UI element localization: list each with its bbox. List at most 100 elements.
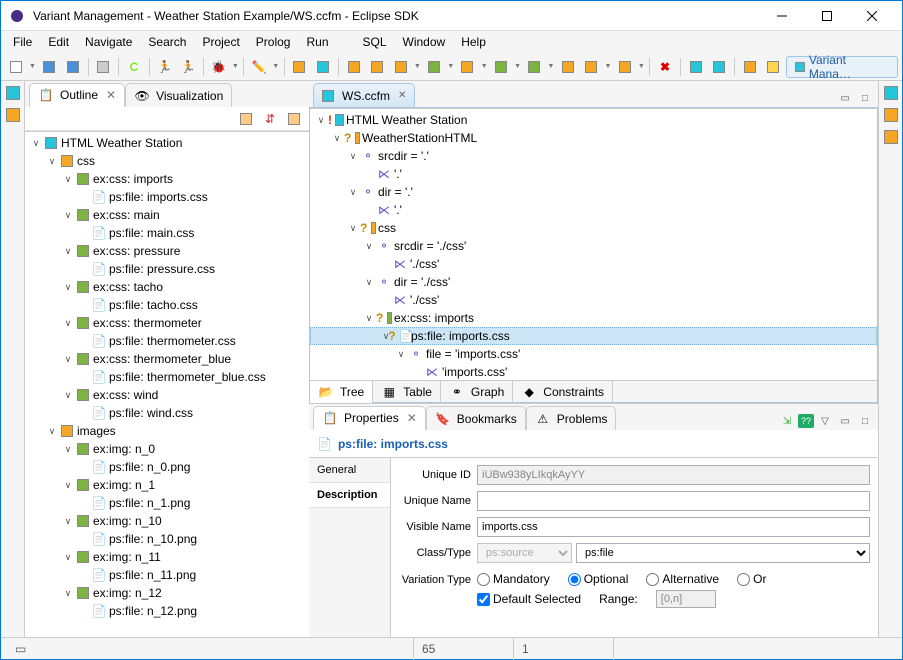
tree-row[interactable]: 📄 ps:file: tacho.css — [25, 296, 309, 314]
tb-y7[interactable] — [524, 56, 546, 78]
tb-del[interactable]: ✖ — [654, 56, 676, 78]
tree-row[interactable]: ∨ ⚬ dir = '.' — [310, 183, 877, 201]
twisty-icon[interactable] — [362, 167, 376, 181]
minimize-view-button[interactable]: ▭ — [836, 89, 854, 107]
tree-row[interactable]: ∨ ex:css: tacho — [25, 278, 309, 296]
tb-wand[interactable]: ✏️ — [248, 56, 270, 78]
tab-bookmarks[interactable]: 🔖Bookmarks — [426, 406, 526, 430]
tb-y2[interactable] — [366, 56, 388, 78]
tree-row[interactable]: ∨ ex:css: pressure — [25, 242, 309, 260]
twisty-icon[interactable] — [77, 532, 91, 546]
tree-row[interactable]: ∨ ! HTML Weather Station — [310, 111, 877, 129]
twisty-icon[interactable]: ∨ — [45, 424, 59, 438]
tree-row[interactable]: 📄 ps:file: n_0.png — [25, 458, 309, 476]
tree-row[interactable]: ∨ ? WeatherStationHTML — [310, 129, 877, 147]
twisty-icon[interactable]: ∨ — [314, 113, 328, 127]
close-button[interactable] — [849, 2, 894, 30]
editor-tree[interactable]: ∨ ! HTML Weather Station ∨ ? WeatherStat… — [310, 108, 877, 380]
twisty-icon[interactable] — [378, 293, 392, 307]
open-perspective-button[interactable] — [763, 56, 785, 78]
help-button[interactable]: ?? — [798, 414, 814, 428]
menu-navigate[interactable]: Navigate — [77, 33, 140, 51]
side-tab-general[interactable]: General — [309, 458, 390, 483]
tb-y1[interactable] — [343, 56, 365, 78]
chevron-down-icon[interactable]: ▼ — [637, 56, 645, 78]
ebt-constraints[interactable]: ◆Constraints — [513, 381, 613, 403]
close-icon[interactable]: ✕ — [106, 88, 116, 102]
minimize-button[interactable] — [759, 2, 804, 30]
filter-button[interactable] — [235, 108, 257, 130]
menu-file[interactable]: File — [5, 33, 40, 51]
menu-button[interactable]: ▽ — [816, 412, 834, 430]
chevron-down-icon[interactable]: ▼ — [29, 56, 37, 78]
twisty-icon[interactable]: ∨ — [330, 131, 344, 145]
twisty-icon[interactable]: ∨ — [61, 352, 75, 366]
twisty-icon[interactable]: ∨ — [61, 514, 75, 528]
tb-y10[interactable] — [614, 56, 636, 78]
tree-row[interactable]: ∨ ⚬ file = 'imports.css' — [310, 345, 877, 363]
tree-row[interactable]: ⋉ './css' — [310, 255, 877, 273]
chevron-down-icon[interactable]: ▼ — [447, 56, 455, 78]
twisty-icon[interactable]: ∨ — [362, 275, 376, 289]
maximize-button[interactable] — [804, 2, 849, 30]
chevron-down-icon[interactable]: ▼ — [547, 56, 555, 78]
tree-row[interactable]: ∨ HTML Weather Station — [25, 134, 309, 152]
menu-edit[interactable]: Edit — [40, 33, 77, 51]
outline-tree[interactable]: ∨ HTML Weather Station ∨ css ∨ ex:css: i… — [25, 131, 309, 637]
max-button[interactable]: □ — [856, 412, 874, 430]
twisty-icon[interactable]: ∨ — [346, 185, 360, 199]
radio-or[interactable]: Or — [737, 572, 766, 586]
tab-problems[interactable]: ⚠Problems — [526, 406, 617, 430]
tree-row[interactable]: 📄 ps:file: n_12.png — [25, 602, 309, 620]
tree-row[interactable]: 📄 ps:file: n_1.png — [25, 494, 309, 512]
twisty-icon[interactable] — [378, 257, 392, 271]
tb-run1[interactable]: 🏃 — [154, 56, 176, 78]
tree-row[interactable]: ∨ ? ex:css: imports — [310, 309, 877, 327]
trim-icon[interactable] — [3, 105, 23, 125]
radio-alternative[interactable]: Alternative — [646, 572, 719, 586]
twisty-icon[interactable] — [77, 406, 91, 420]
chevron-down-icon[interactable]: ▼ — [413, 56, 421, 78]
twisty-icon[interactable] — [77, 604, 91, 618]
input-unique-name[interactable] — [477, 491, 870, 511]
twisty-icon[interactable]: ∨ — [61, 316, 75, 330]
tb-z2[interactable] — [708, 56, 730, 78]
tree-row[interactable]: ⋉ './css' — [310, 291, 877, 309]
tb-y8[interactable] — [557, 56, 579, 78]
twisty-icon[interactable]: ∨ — [346, 149, 360, 163]
twisty-icon[interactable]: ∨ — [61, 550, 75, 564]
trim-icon[interactable] — [3, 83, 23, 103]
tb-z1[interactable] — [685, 56, 707, 78]
twisty-icon[interactable]: ∨ — [61, 478, 75, 492]
twisty-icon[interactable] — [77, 262, 91, 276]
tree-row[interactable]: ∨ ⚬ srcdir = './css' — [310, 237, 877, 255]
side-tab-description[interactable]: Description — [309, 483, 390, 508]
menu-window[interactable]: Window — [395, 33, 454, 51]
twisty-icon[interactable]: ∨ — [61, 280, 75, 294]
close-icon[interactable]: ✕ — [407, 411, 417, 425]
twisty-icon[interactable] — [77, 334, 91, 348]
tree-row[interactable]: ∨ ⚬ dir = './css' — [310, 273, 877, 291]
ebt-graph[interactable]: ⚭Graph — [441, 381, 513, 403]
twisty-icon[interactable] — [77, 370, 91, 384]
editor-tab-ws[interactable]: WS.ccfm✕ — [313, 83, 415, 107]
ebt-table[interactable]: ▦Table — [373, 381, 441, 403]
twisty-icon[interactable]: ∨ — [45, 154, 59, 168]
twisty-icon[interactable]: ∨ — [61, 208, 75, 222]
tree-row[interactable]: ∨ ex:img: n_11 — [25, 548, 309, 566]
tree-row[interactable]: ∨ ex:img: n_12 — [25, 584, 309, 602]
tree-row[interactable]: 📄 ps:file: imports.css — [25, 188, 309, 206]
select-type[interactable]: ps:file — [576, 543, 870, 563]
trim-icon[interactable] — [881, 127, 901, 147]
trim-icon[interactable] — [881, 105, 901, 125]
twisty-icon[interactable]: ∨ — [61, 388, 75, 402]
tb-print[interactable] — [93, 56, 115, 78]
chevron-down-icon[interactable]: ▼ — [272, 56, 280, 78]
radio-mandatory[interactable]: Mandatory — [477, 572, 550, 586]
twisty-icon[interactable]: ∨ — [61, 586, 75, 600]
ebt-tree[interactable]: 📂Tree — [310, 381, 373, 403]
tree-row[interactable]: ∨ css — [25, 152, 309, 170]
menu-project[interactable]: Project — [194, 33, 247, 51]
tree-row[interactable]: ⋉ '.' — [310, 165, 877, 183]
tree-row[interactable]: 📄 ps:file: thermometer_blue.css — [25, 368, 309, 386]
